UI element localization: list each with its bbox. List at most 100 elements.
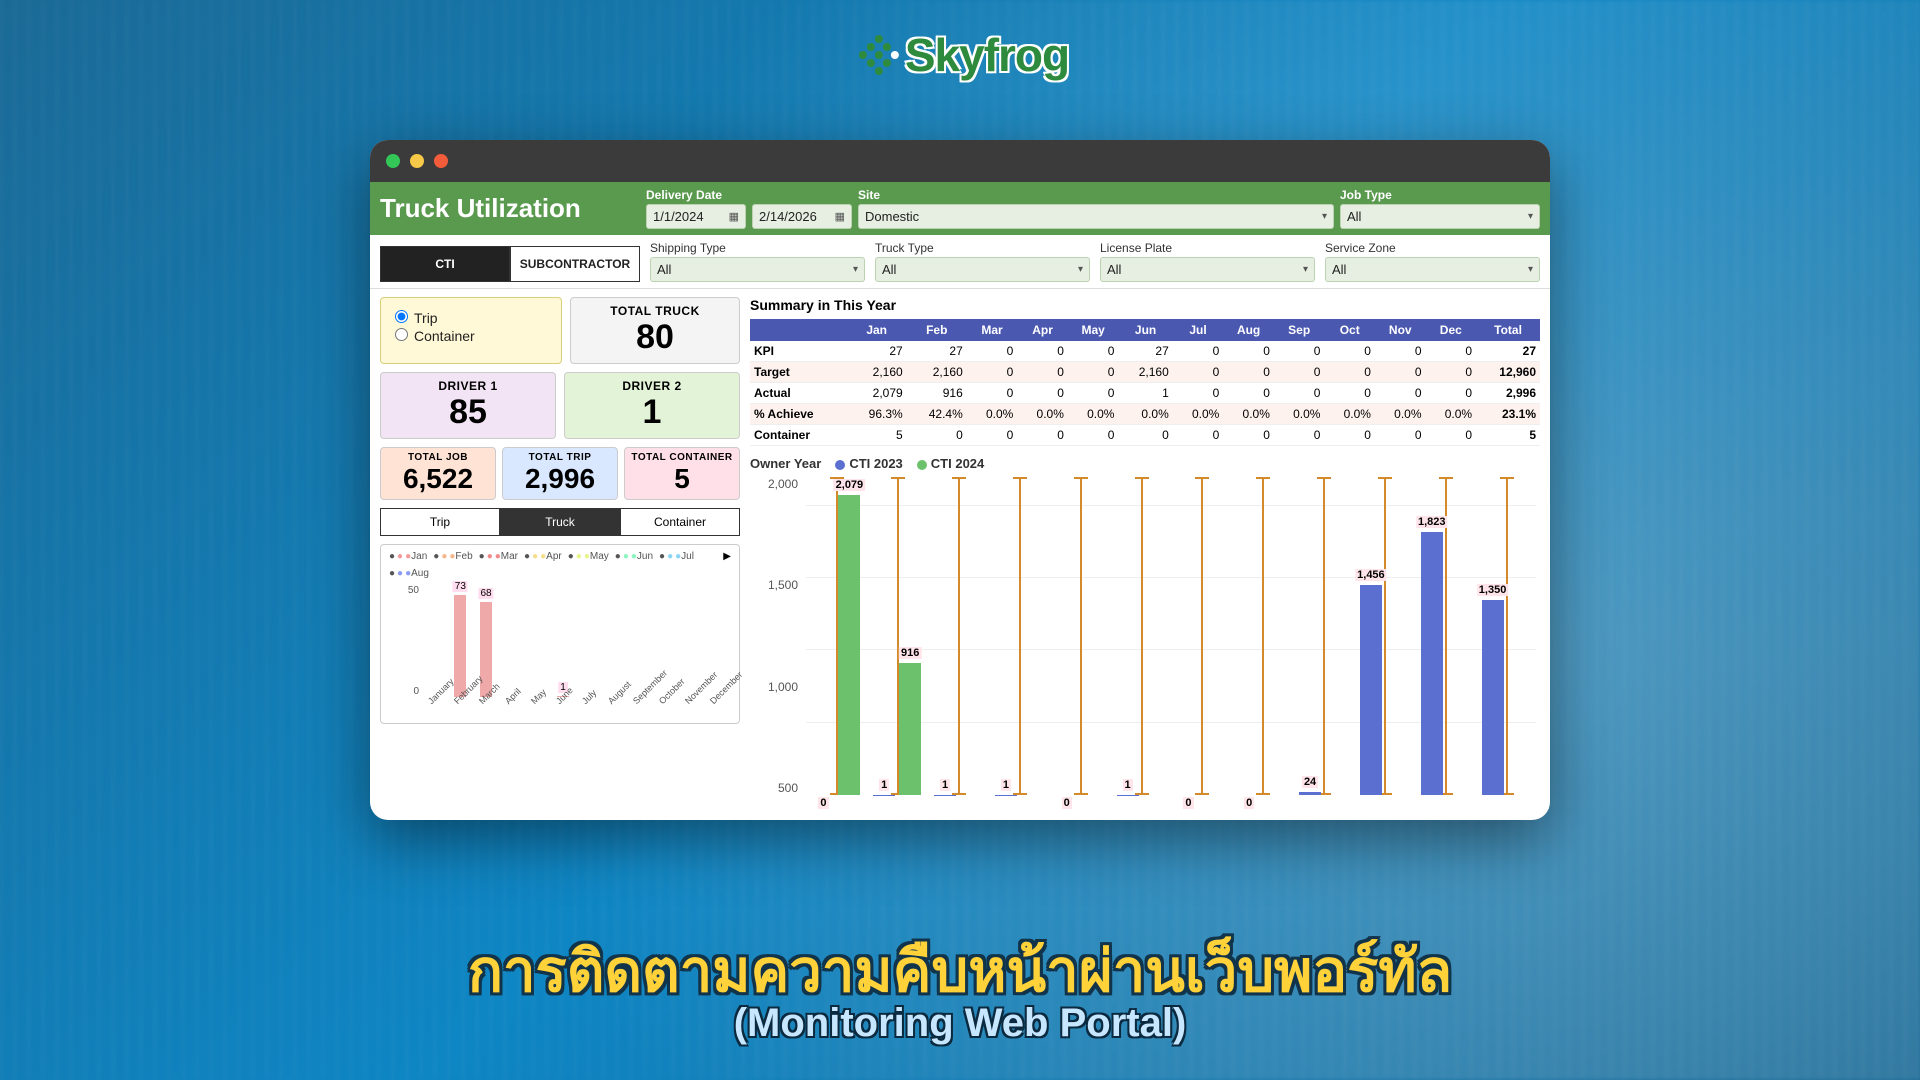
big-y-axis: 2,0001,5001,000500 [750,477,798,795]
month-group: 1 [928,477,989,795]
mini-legend-item: ●Aug [389,568,429,579]
summary-table: JanFebMarAprMayJunJulAugSepOctNovDecTota… [750,319,1540,446]
card-driver1: DRIVER 1 85 [380,372,556,439]
table-header: Nov [1375,319,1426,341]
radio-container-input[interactable] [395,328,408,341]
date-from-value: 1/1/2024 [653,209,704,224]
big-plot-area: 02,0791916110100241,4561,8231,350 [806,477,1536,795]
seg-truck[interactable]: Truck [500,508,620,536]
mini-segment: Trip Truck Container [380,508,740,536]
card-total-truck: TOTAL TRUCK 80 [570,297,740,364]
table-row: Target2,1602,1600002,16000000012,960 [750,362,1540,383]
table-header: Jul [1173,319,1224,341]
tab-cti[interactable]: CTI [380,246,510,282]
total-truck-label: TOTAL TRUCK [579,304,731,318]
seg-container[interactable]: Container [620,508,740,536]
legend-cti-2023: CTI 2023 [835,456,902,471]
brand-logo: Skyfrog [851,28,1069,82]
radio-trip[interactable]: Trip [395,310,547,326]
shipping-type-select[interactable]: All▾ [650,257,865,282]
truck-type-select[interactable]: All▾ [875,257,1090,282]
month-group: 1,823 [1414,477,1475,795]
table-header: Oct [1324,319,1375,341]
mini-bar: 73 [454,595,466,697]
table-row: % Achieve96.3%42.4%0.0%0.0%0.0%0.0%0.0%0… [750,404,1540,425]
date-from-input[interactable]: 1/1/2024 ▦ [646,204,746,229]
month-group: 1 [989,477,1050,795]
chevron-down-icon: ▾ [853,264,858,275]
jobtype-value: All [1347,209,1361,224]
month-group: 0 [1232,477,1293,795]
left-panel: Trip Container TOTAL TRUCK 80 DRIVER 1 8… [380,297,740,813]
license-plate-select[interactable]: All▾ [1100,257,1315,282]
table-row: Container5000000000005 [750,425,1540,446]
calendar-icon: ▦ [729,210,739,223]
table-header: May [1068,319,1119,341]
shipping-type-label: Shipping Type [650,241,865,255]
chevron-down-icon: ▾ [1078,264,1083,275]
service-zone-label: Service Zone [1325,241,1540,255]
date-to-input[interactable]: 2/14/2026 ▦ [752,204,852,229]
table-header: Jan [847,319,907,341]
summary-title: Summary in This Year [750,297,1540,313]
radio-container[interactable]: Container [395,328,547,344]
table-header: Total [1476,319,1540,341]
chevron-down-icon: ▾ [1322,211,1327,222]
site-label: Site [858,188,1334,202]
table-header: Feb [907,319,967,341]
filter-band: CTI SUBCONTRACTOR Shipping Type All▾ Tru… [370,235,1550,289]
mini-legend-item: ●May [568,551,609,562]
seg-trip[interactable]: Trip [380,508,500,536]
mini-y-axis: 500 [389,585,419,697]
mini-x-axis: JanuaryFebruaryMarchAprilMayJuneJulyAugu… [421,699,729,721]
card-total-job: TOTAL JOB 6,522 [380,447,496,500]
delivery-date-label: Delivery Date [646,188,746,202]
month-group: 24 [1293,477,1354,795]
tab-subcontractor[interactable]: SUBCONTRACTOR [510,246,640,282]
month-group: 1916 [867,477,928,795]
mini-bar-chart: ●Jan●Feb●Mar●Apr●May●Jun●Jul●Aug ▶ 500 7… [380,544,740,724]
jobtype-select[interactable]: All ▾ [1340,204,1540,229]
month-group: 02,079 [806,477,867,795]
mini-legend-item: ●Apr [524,551,562,562]
big-chart-legend: Owner Year CTI 2023 CTI 2024 [750,456,1540,471]
mini-chart-legend: ●Jan●Feb●Mar●Apr●May●Jun●Jul●Aug [389,551,731,579]
table-row: KPI27270002700000027 [750,341,1540,362]
caption-english: (Monitoring Web Portal) [0,1001,1920,1046]
window-titlebar [370,140,1550,182]
slide-caption: การติดตามความคืบหน้าผ่านเว็บพอร์ทัล (Mon… [0,943,1920,1046]
total-truck-value: 80 [579,318,731,357]
license-plate-label: License Plate [1100,241,1315,255]
month-group: 0 [1049,477,1110,795]
app-window: Truck Utilization Delivery Date 1/1/2024… [370,140,1550,820]
chevron-down-icon: ▾ [1528,264,1533,275]
chevron-down-icon: ▾ [1528,211,1533,222]
window-dot-yellow[interactable] [410,154,424,168]
legend-title: Owner Year [750,456,821,471]
site-select[interactable]: Domestic ▾ [858,204,1334,229]
owner-tabs: CTI SUBCONTRACTOR [380,246,640,282]
mini-legend-item: ●Jul [659,551,694,562]
legend-cti-2024: CTI 2024 [917,456,984,471]
window-dot-orange[interactable] [434,154,448,168]
mini-legend-item: ●Jan [389,551,427,562]
month-group: 1 [1110,477,1171,795]
card-driver2: DRIVER 2 1 [564,372,740,439]
table-header: Aug [1223,319,1274,341]
service-zone-select[interactable]: All▾ [1325,257,1540,282]
window-dot-green[interactable] [386,154,400,168]
mini-legend-item: ●Mar [479,551,518,562]
chevron-right-icon[interactable]: ▶ [723,551,731,562]
table-row: Actual2,07991600010000002,996 [750,383,1540,404]
table-header: Apr [1017,319,1068,341]
card-total-container: TOTAL CONTAINER 5 [624,447,740,500]
right-panel: Summary in This Year JanFebMarAprMayJunJ… [750,297,1540,813]
month-group: 1,456 [1354,477,1415,795]
radio-trip-input[interactable] [395,310,408,323]
big-bar-chart: 2,0001,5001,000500 02,0791916110100241,4… [750,477,1540,813]
jobtype-label: Job Type [1340,188,1540,202]
month-group: 1,350 [1475,477,1536,795]
table-header: Sep [1274,319,1325,341]
mini-legend-item: ●Feb [433,551,472,562]
logo-mark [851,31,899,79]
